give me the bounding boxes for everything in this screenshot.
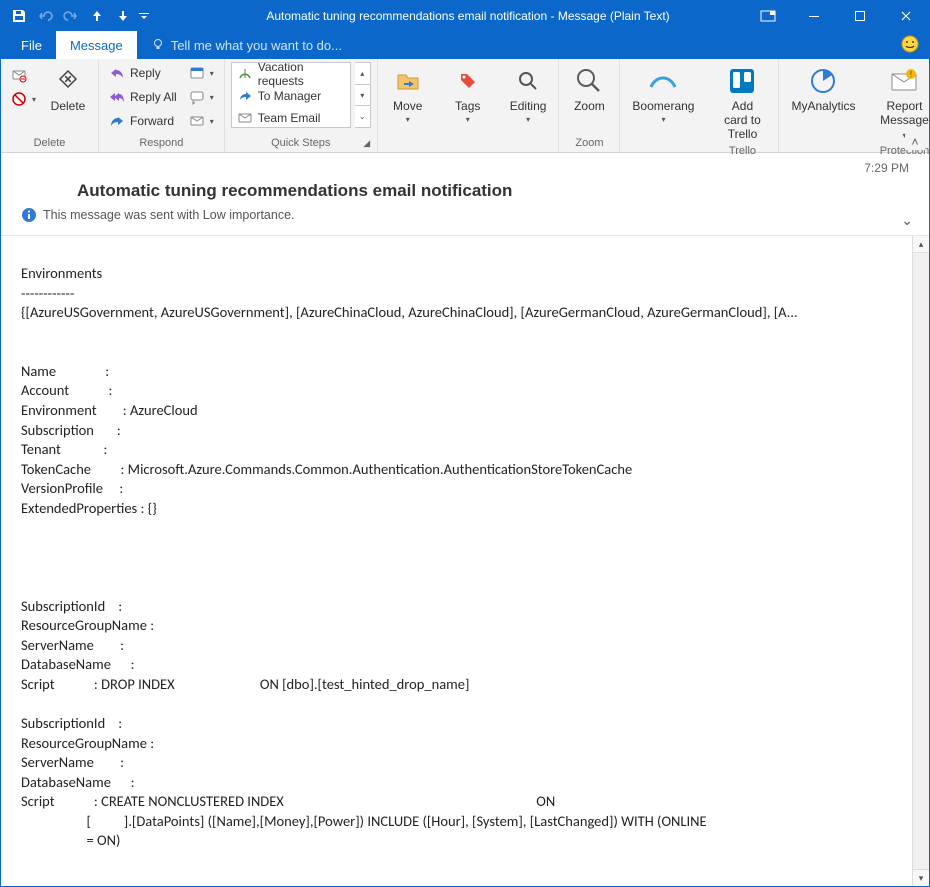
junk-icon <box>11 91 27 107</box>
quick-access-toolbar <box>1 4 151 28</box>
myanalytics-icon <box>806 64 840 98</box>
reply-all-button[interactable]: Reply All <box>105 86 181 108</box>
quick-steps-gallery[interactable]: Vacation requests To Manager Team Email <box>231 62 351 128</box>
ribbon-group-editing: Editing ▾ <box>498 59 560 152</box>
scroll-down-icon[interactable]: ▾ <box>355 85 370 107</box>
tell-me-search[interactable]: Tell me what you want to do... <box>137 31 342 59</box>
meeting-button[interactable]: ▾ <box>185 62 218 84</box>
quick-steps-scroll[interactable]: ▴ ▾ ⌄ <box>355 62 371 128</box>
ribbon-group-delete: ▾ Delete Delete <box>1 59 99 152</box>
ribbon-group-move: Move ▾ <box>378 59 438 152</box>
message-header: 7:29 PM Automatic tuning recommendations… <box>1 153 929 236</box>
forward-button[interactable]: Forward <box>105 110 181 132</box>
undo-icon[interactable] <box>33 4 57 28</box>
ignore-button[interactable] <box>7 64 40 86</box>
ribbon-group-zoom: Zoom Zoom <box>559 59 620 152</box>
message-infobar: This message was sent with Low importanc… <box>21 205 909 227</box>
tags-button[interactable]: Tags ▾ <box>444 62 492 126</box>
trello-icon <box>725 64 759 98</box>
message-time: 7:29 PM <box>864 161 909 175</box>
ribbon-group-myanalytics: MyAnalytics <box>779 59 867 152</box>
dialog-launcher-icon[interactable]: ◢ <box>361 137 373 149</box>
move-button[interactable]: Move ▾ <box>384 62 432 126</box>
ribbon-group-trello: Add card to Trello Trello <box>706 59 779 152</box>
info-icon <box>21 207 37 223</box>
report-message-button[interactable]: ! Report Message ▾ <box>873 62 930 143</box>
scroll-up-icon[interactable]: ▴ <box>913 236 929 253</box>
ribbon: ▾ Delete Delete Reply Reply All Forward … <box>1 59 929 153</box>
boomerang-button[interactable]: Boomerang ▾ <box>626 62 700 126</box>
ribbon-group-quick-steps: Vacation requests To Manager Team Email … <box>225 59 378 152</box>
im-button[interactable]: ▾ <box>185 86 218 108</box>
more-respond-icon <box>189 113 205 129</box>
ribbon-group-respond: Reply Reply All Forward ▾ ▾ ▾ Respond <box>99 59 225 152</box>
boomerang-icon <box>646 64 680 98</box>
reply-icon <box>109 65 125 81</box>
save-icon[interactable] <box>7 4 31 28</box>
tab-message[interactable]: Message <box>56 31 137 59</box>
expand-gallery-icon[interactable]: ⌄ <box>355 106 370 127</box>
collapse-ribbon-icon[interactable]: ˄ <box>905 134 925 150</box>
minimize-button[interactable] <box>791 1 837 31</box>
report-message-icon: ! <box>887 64 921 98</box>
quick-step-item[interactable]: Team Email <box>232 107 350 128</box>
lightbulb-icon <box>151 38 165 52</box>
team-email-icon <box>238 111 252 125</box>
ribbon-display-options-icon[interactable] <box>745 1 791 31</box>
reply-all-icon <box>109 89 125 105</box>
zoom-button[interactable]: Zoom <box>565 62 613 116</box>
tab-file[interactable]: File <box>7 31 56 59</box>
window-controls <box>745 1 929 31</box>
scroll-up-icon[interactable]: ▴ <box>355 63 370 85</box>
title-bar: Automatic tuning recommendations email n… <box>1 1 929 31</box>
trello-button[interactable]: Add card to Trello <box>712 62 772 143</box>
ribbon-group-boomerang: Boomerang ▾ <box>620 59 706 152</box>
tags-icon <box>451 64 485 98</box>
ribbon-group-tags: Tags ▾ <box>438 59 498 152</box>
redo-icon[interactable] <box>59 4 83 28</box>
to-manager-icon <box>238 89 252 103</box>
forward-icon <box>109 113 125 129</box>
delete-button[interactable]: Delete <box>44 62 92 116</box>
tell-me-placeholder: Tell me what you want to do... <box>171 38 342 53</box>
meeting-icon <box>189 65 205 81</box>
message-body[interactable]: Environments ------------ {[AzureUSGover… <box>1 236 912 886</box>
reply-button[interactable]: Reply <box>105 62 181 84</box>
message-body-area: Environments ------------ {[AzureUSGover… <box>1 236 929 886</box>
ignore-icon <box>11 67 27 83</box>
vacation-icon <box>238 67 252 81</box>
editing-icon <box>511 64 545 98</box>
zoom-icon <box>572 64 606 98</box>
customize-qat-icon[interactable] <box>137 4 151 28</box>
maximize-button[interactable] <box>837 1 883 31</box>
editing-button[interactable]: Editing ▾ <box>504 62 553 126</box>
more-respond-button[interactable]: ▾ <box>185 110 218 132</box>
quick-step-item[interactable]: To Manager <box>232 85 350 107</box>
svg-text:!: ! <box>910 70 912 79</box>
ribbon-tabs: File Message Tell me what you want to do… <box>1 31 929 59</box>
myanalytics-button[interactable]: MyAnalytics <box>785 62 861 116</box>
message-subject: Automatic tuning recommendations email n… <box>21 165 909 205</box>
scroll-down-icon[interactable]: ▾ <box>913 869 929 886</box>
im-icon <box>189 89 205 105</box>
close-button[interactable] <box>883 1 929 31</box>
infobar-text: This message was sent with Low importanc… <box>43 208 295 222</box>
expand-header-icon[interactable]: ⌄ <box>901 212 913 229</box>
junk-button[interactable]: ▾ <box>7 88 40 110</box>
move-icon <box>391 64 425 98</box>
feedback-smiley-icon[interactable] <box>901 35 919 53</box>
delete-icon <box>51 64 85 98</box>
quick-step-item[interactable]: Vacation requests <box>232 63 350 85</box>
next-item-icon[interactable] <box>111 4 135 28</box>
window-title: Automatic tuning recommendations email n… <box>151 9 745 23</box>
vertical-scrollbar[interactable]: ▴ ▾ <box>912 236 929 886</box>
previous-item-icon[interactable] <box>85 4 109 28</box>
